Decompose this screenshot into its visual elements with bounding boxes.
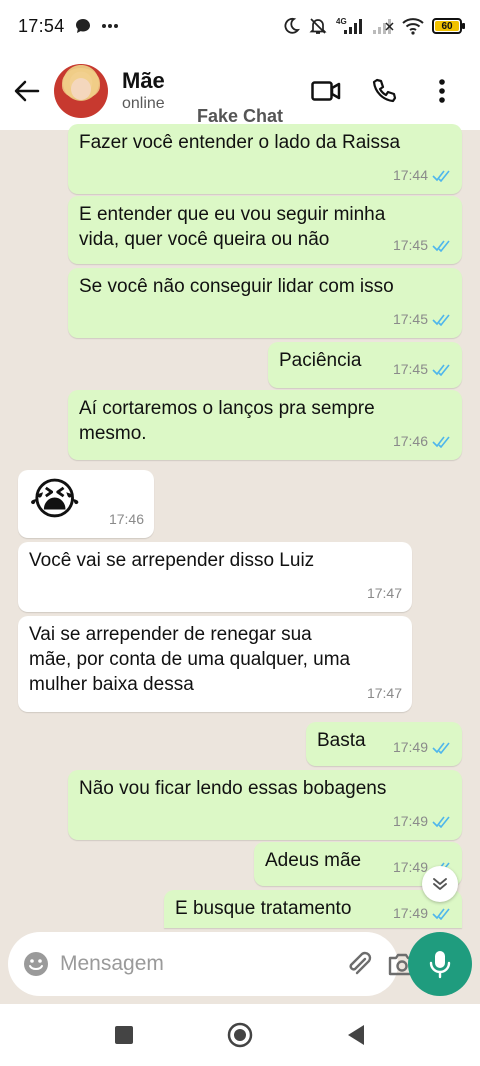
scroll-to-bottom-button[interactable] [422, 866, 458, 902]
message-time: 17:46 [108, 511, 144, 527]
message-bubble-out[interactable]: E entender que eu vou seguir minha vida,… [68, 196, 462, 264]
mic-icon [429, 951, 451, 979]
message-bubble-in[interactable]: Você vai se arrepender disso Luiz 17:47 [18, 542, 412, 612]
battery-level: 60 [435, 21, 459, 32]
message-input[interactable] [60, 952, 331, 976]
emoji-icon[interactable] [22, 947, 50, 981]
battery-icon: 60 [432, 18, 465, 34]
mic-button[interactable] [408, 932, 472, 996]
message-time: 17:45 [392, 361, 428, 377]
chevron-double-down-icon [433, 878, 447, 890]
read-ticks-icon [432, 742, 450, 754]
read-ticks-icon [432, 816, 450, 828]
message-text: Se você não conseguir lidar com isso [79, 276, 394, 297]
contact-status: online [122, 95, 165, 112]
contact-info[interactable]: Mãe online [122, 68, 165, 114]
network-label: 4G [336, 17, 347, 26]
contact-name: Mãe [122, 68, 165, 93]
message-time: 17:49 [392, 739, 428, 755]
message-composer [8, 932, 416, 996]
read-ticks-icon [432, 170, 450, 182]
read-ticks-icon [432, 364, 450, 376]
phone-icon[interactable] [368, 75, 400, 107]
home-circle-icon[interactable] [225, 1020, 255, 1050]
message-bubble-out[interactable]: Se você não conseguir lidar com isso 17:… [68, 268, 462, 338]
status-bar: 17:54 4G 60 [0, 0, 480, 52]
message-bubble-in[interactable]: 😭 17:46 [18, 470, 154, 538]
avatar[interactable] [54, 64, 108, 118]
message-bubble-out[interactable]: Fazer você entender o lado da Raissa 17:… [68, 124, 462, 194]
message-bubble-out[interactable]: Basta 17:49 [306, 722, 462, 766]
attach-icon[interactable] [345, 947, 373, 981]
status-time: 17:54 [18, 15, 65, 36]
message-bubble-out[interactable]: E busque tratamento 17:49 [164, 890, 462, 928]
wifi-icon [402, 17, 424, 35]
back-triangle-icon[interactable] [341, 1020, 371, 1050]
message-time: 17:47 [366, 685, 402, 701]
video-call-icon[interactable] [310, 75, 342, 107]
moon-icon [282, 17, 300, 35]
more-vert-icon[interactable] [426, 75, 458, 107]
navigation-bar [0, 1004, 480, 1066]
message-time: 17:45 [392, 237, 428, 253]
more-dots-icon [101, 23, 119, 29]
read-ticks-icon [432, 314, 450, 326]
message-bubble-in[interactable]: Vai se arrepender de renegar sua mãe, po… [18, 616, 412, 712]
message-bubble-out[interactable]: Não vou ficar lendo essas bobagens 17:49 [68, 770, 462, 840]
back-arrow-icon[interactable] [10, 74, 44, 108]
read-ticks-icon [432, 436, 450, 448]
signal-4g-icon: 4G [336, 16, 364, 36]
read-ticks-icon [432, 908, 450, 920]
chat-bubble-icon [75, 18, 91, 34]
message-text: Não vou ficar lendo essas bobagens [79, 778, 387, 799]
message-bubble-out[interactable]: Paciência 17:45 [268, 342, 462, 388]
message-time: 17:47 [366, 585, 402, 601]
message-time: 17:46 [392, 433, 428, 449]
message-text: Você vai se arrepender disso Luiz [29, 550, 315, 571]
chat-header: Mãe online [0, 52, 480, 130]
message-time: 17:45 [392, 311, 428, 327]
message-time: 17:49 [392, 813, 428, 829]
message-time: 17:49 [392, 905, 428, 921]
recents-square-icon[interactable] [109, 1020, 139, 1050]
message-bubble-out[interactable]: Aí cortaremos o lanços pra sempre mesmo.… [68, 390, 462, 460]
bell-off-icon [308, 16, 328, 36]
message-text: Fazer você entender o lado da Raissa [79, 132, 401, 153]
read-ticks-icon [432, 240, 450, 252]
signal-icon [372, 17, 394, 35]
message-text: Vai se arrepender de renegar sua mãe, po… [29, 624, 351, 695]
message-time: 17:44 [392, 167, 428, 183]
